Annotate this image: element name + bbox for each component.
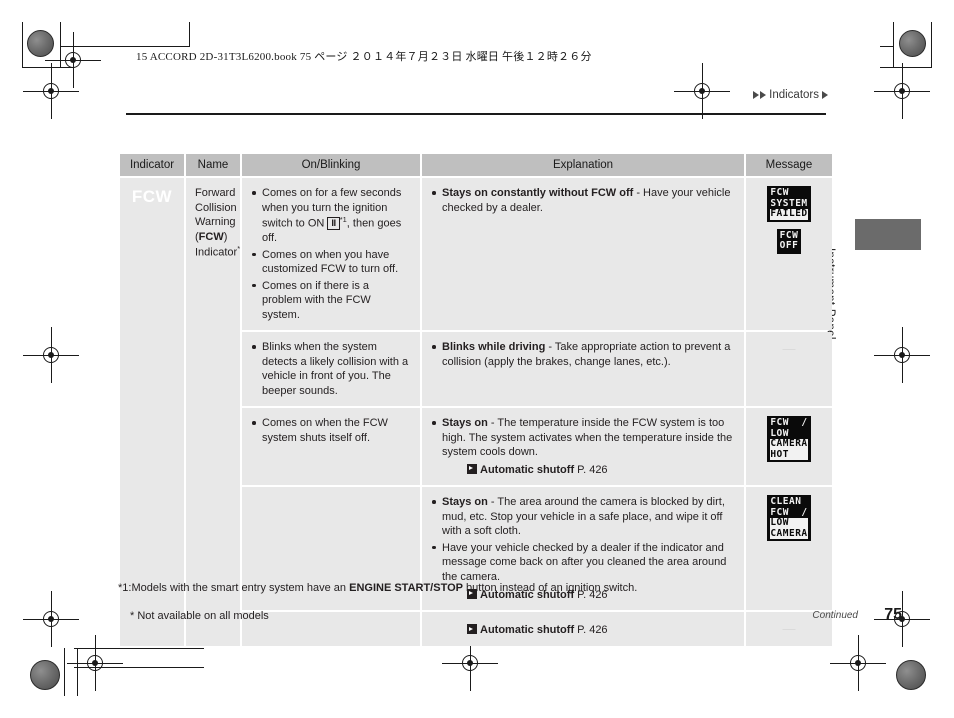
lcd-message-panel: FCW OFF xyxy=(776,228,802,254)
list-item: Stays on - The area around the camera is… xyxy=(431,495,735,539)
indicator-name-cell: Forward Collision Warning (FCW) Indicato… xyxy=(186,178,240,646)
indicator-name-line: Forward xyxy=(195,187,236,199)
registration-target xyxy=(67,635,123,691)
on-blinking-list: Blinks when the system detects a likely … xyxy=(251,340,411,398)
table-row: FCW Forward Collision Warning (FCW) Indi… xyxy=(120,178,832,646)
explanation-list: Blinks while driving - Take appropriate … xyxy=(431,340,735,369)
registration-target xyxy=(830,635,886,691)
lcd-message-panel: CLEAN FCW / LOW CAMERA xyxy=(767,495,811,542)
list-item: Comes on when the FCW system shuts itsel… xyxy=(251,416,411,445)
section-tab-marker xyxy=(855,219,921,250)
column-header-on-blinking: On/Blinking xyxy=(242,154,420,176)
reference-arrow-icon xyxy=(467,463,477,474)
print-header-text: 15 ACCORD 2D-31T3L6200.book 75 ページ ２０１４年… xyxy=(136,51,592,63)
list-item: Stays on - The temperature inside the FC… xyxy=(431,416,735,460)
on-blinking-list: Comes on for a few seconds when you turn… xyxy=(251,186,411,322)
explanation-cell: Blinks while driving - Take appropriate … xyxy=(422,332,744,407)
on-blinking-cell: Blinks when the system detects a likely … xyxy=(242,332,420,407)
registration-circle-top-right xyxy=(899,30,926,57)
registration-target xyxy=(674,63,730,119)
indicator-name-line: (FCW) xyxy=(195,230,228,243)
message-display-cell: FCW SYSTEM FAILED FCW OFF xyxy=(746,178,832,331)
column-header-explanation: Explanation xyxy=(422,154,744,176)
registration-target xyxy=(23,327,79,383)
on-blinking-list: Comes on when the FCW system shuts itsel… xyxy=(251,416,411,445)
explanation-list: Stays on - The temperature inside the FC… xyxy=(431,416,735,460)
lcd-message-panel: FCW / LOW CAMERA HOT xyxy=(767,416,811,463)
cross-reference[interactable]: Automatic shutoff P. 426 xyxy=(431,463,735,478)
indicators-table-wrapper: Indicator Name On/Blinking Explanation M… xyxy=(118,152,832,648)
chapter-tag-label: Indicators xyxy=(769,89,819,101)
indicator-name-line: Indicator* xyxy=(195,244,241,259)
crop-mark-line xyxy=(189,22,190,47)
crop-mark-line xyxy=(64,648,65,696)
list-item: Comes on when you have customized FCW to… xyxy=(251,248,411,277)
registration-target xyxy=(23,591,79,647)
registration-target xyxy=(442,635,498,691)
triangle-right-icon xyxy=(822,91,828,99)
crop-mark-line xyxy=(931,22,932,68)
column-header-message: Message xyxy=(746,154,832,176)
list-item: Stays on constantly without FCW off - Ha… xyxy=(431,186,735,215)
list-item: Comes on if there is a problem with the … xyxy=(251,279,411,323)
continued-label: Continued xyxy=(812,610,858,621)
registration-target xyxy=(23,63,79,119)
cross-reference[interactable]: Automatic shutoff P. 426 xyxy=(431,623,735,638)
crop-mark-line xyxy=(77,648,78,696)
registration-circle-bottom-right xyxy=(896,660,926,690)
explanation-list: Stays on constantly without FCW off - Ha… xyxy=(431,186,735,215)
crop-mark-line xyxy=(893,22,894,68)
explanation-cell: Automatic shutoff P. 426 xyxy=(422,612,744,646)
on-blinking-cell: Comes on when the FCW system shuts itsel… xyxy=(242,408,420,486)
indicators-table: Indicator Name On/Blinking Explanation M… xyxy=(118,152,834,648)
explanation-cell: Stays on - The temperature inside the FC… xyxy=(422,408,744,486)
list-item: Blinks when the system detects a likely … xyxy=(251,340,411,398)
registration-target xyxy=(874,327,930,383)
footnote-2: * Not available on all models xyxy=(130,610,269,622)
column-header-name: Name xyxy=(186,154,240,176)
registration-circle-bottom-left xyxy=(30,660,60,690)
triangle-right-icon xyxy=(760,91,767,99)
indicator-name-line: Collision xyxy=(195,201,237,214)
explanation-cell: Stays on constantly without FCW off - Ha… xyxy=(422,178,744,331)
list-item: Have your vehicle checked by a dealer if… xyxy=(431,541,735,585)
lcd-line: OFF xyxy=(779,240,799,251)
ignition-on-position-icon: II xyxy=(327,216,340,230)
table-header-row: Indicator Name On/Blinking Explanation M… xyxy=(120,154,832,176)
message-display-cell: CLEAN FCW / LOW CAMERA xyxy=(746,487,832,611)
footnote-1: *1:Models with the smart entry system ha… xyxy=(118,582,638,594)
column-header-indicator: Indicator xyxy=(120,154,184,176)
triangle-right-icon xyxy=(753,91,760,99)
crop-mark-line xyxy=(22,22,23,68)
crop-mark-line xyxy=(880,46,894,47)
explanation-list: Stays on - The area around the camera is… xyxy=(431,495,735,584)
reference-arrow-icon xyxy=(467,624,477,635)
fcw-indicator-icon: FCW xyxy=(131,187,173,206)
page-number: 75 xyxy=(884,606,902,623)
lcd-line: FCW xyxy=(770,187,789,198)
chapter-breadcrumb: Indicators xyxy=(753,89,828,101)
indicator-symbol-cell: FCW xyxy=(120,178,184,646)
registration-target xyxy=(874,63,930,119)
lcd-message-panel: FCW SYSTEM FAILED xyxy=(767,186,811,222)
message-display-cell: — xyxy=(746,332,832,407)
list-item: Blinks while driving - Take appropriate … xyxy=(431,340,735,369)
registration-circle-top-left xyxy=(27,30,54,57)
on-blinking-cell: Comes on for a few seconds when you turn… xyxy=(242,178,420,331)
crop-mark-line xyxy=(880,67,932,68)
lcd-line-highlighted: HOT xyxy=(770,449,808,461)
indicator-name-line: Warning xyxy=(195,216,236,229)
registration-target xyxy=(45,32,101,88)
message-display-cell: FCW / LOW CAMERA HOT xyxy=(746,408,832,486)
lcd-line-highlighted: CAMERA xyxy=(770,527,808,540)
header-divider xyxy=(126,113,826,115)
lcd-line-highlighted: FAILED xyxy=(770,208,808,220)
list-item: Comes on for a few seconds when you turn… xyxy=(251,186,411,246)
